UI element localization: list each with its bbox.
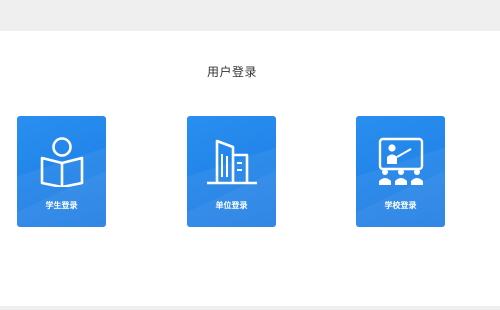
school-login-card[interactable]: 学校登录 <box>356 116 445 227</box>
student-login-card[interactable]: 学生登录 <box>17 116 106 227</box>
organization-login-card[interactable]: 单位登录 <box>187 116 276 227</box>
student-login-label: 学生登录 <box>45 201 78 210</box>
bottom-bar <box>0 306 500 310</box>
school-login-label: 学校登录 <box>384 201 417 210</box>
office-building-icon <box>187 134 276 190</box>
organization-login-label: 单位登录 <box>215 201 248 210</box>
student-reading-icon <box>17 134 106 190</box>
top-bar <box>0 0 500 31</box>
page-title: 用户登录 <box>206 65 257 79</box>
teacher-classroom-icon <box>356 134 445 190</box>
